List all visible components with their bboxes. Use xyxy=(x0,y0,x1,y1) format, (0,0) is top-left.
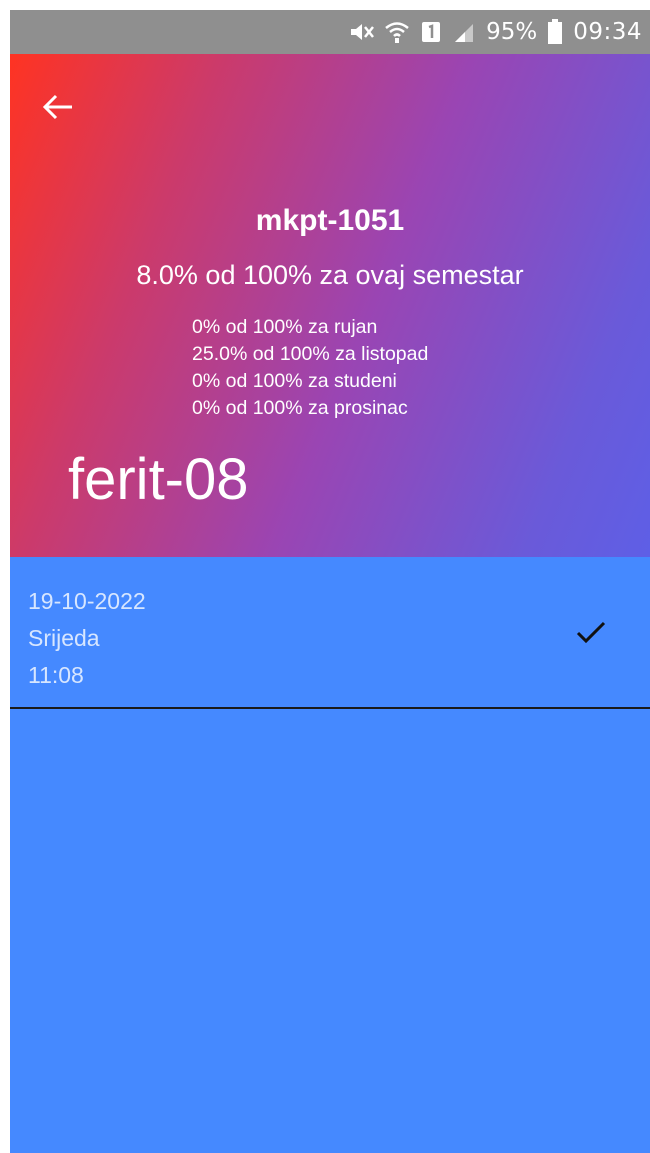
month-progress-item: 0% od 100% za studeni xyxy=(192,370,397,392)
attendance-list-item[interactable]: 19-10-2022 Srijeda 11:08 xyxy=(10,557,650,709)
app-screen: 95% 09:34 mkpt-1051 8.0% od 100% za ovaj… xyxy=(10,10,650,1153)
attendance-details: 19-10-2022 Srijeda 11:08 xyxy=(28,583,146,694)
month-progress-item: 25.0% od 100% za listopad xyxy=(192,343,429,365)
battery-percent: 95% xyxy=(486,19,538,45)
course-code: mkpt-1051 xyxy=(255,204,405,237)
arrow-left-icon xyxy=(42,94,72,120)
month-progress-item: 0% od 100% za rujan xyxy=(192,316,378,338)
status-bar: 95% 09:34 xyxy=(10,10,650,54)
status-time: 09:34 xyxy=(573,19,642,45)
room-label: ferit-08 xyxy=(68,447,249,512)
back-button[interactable] xyxy=(38,90,78,124)
course-header: mkpt-1051 8.0% od 100% za ovaj semestar … xyxy=(10,54,650,557)
attendance-date: 19-10-2022 xyxy=(28,588,146,614)
battery-icon xyxy=(547,19,563,45)
attendance-day: Srijeda xyxy=(28,625,100,651)
attendance-time: 11:08 xyxy=(28,662,84,688)
silent-mode-icon xyxy=(348,20,375,44)
wifi-icon xyxy=(384,20,410,44)
semester-summary: 8.0% od 100% za ovaj semestar xyxy=(136,260,524,290)
checkmark-icon xyxy=(576,620,606,651)
month-progress-list: 0% od 100% za rujan 25.0% od 100% za lis… xyxy=(192,314,428,422)
signal-icon xyxy=(452,20,476,44)
month-progress-item: 0% od 100% za prosinac xyxy=(192,397,408,419)
sim-1-icon xyxy=(420,20,442,44)
